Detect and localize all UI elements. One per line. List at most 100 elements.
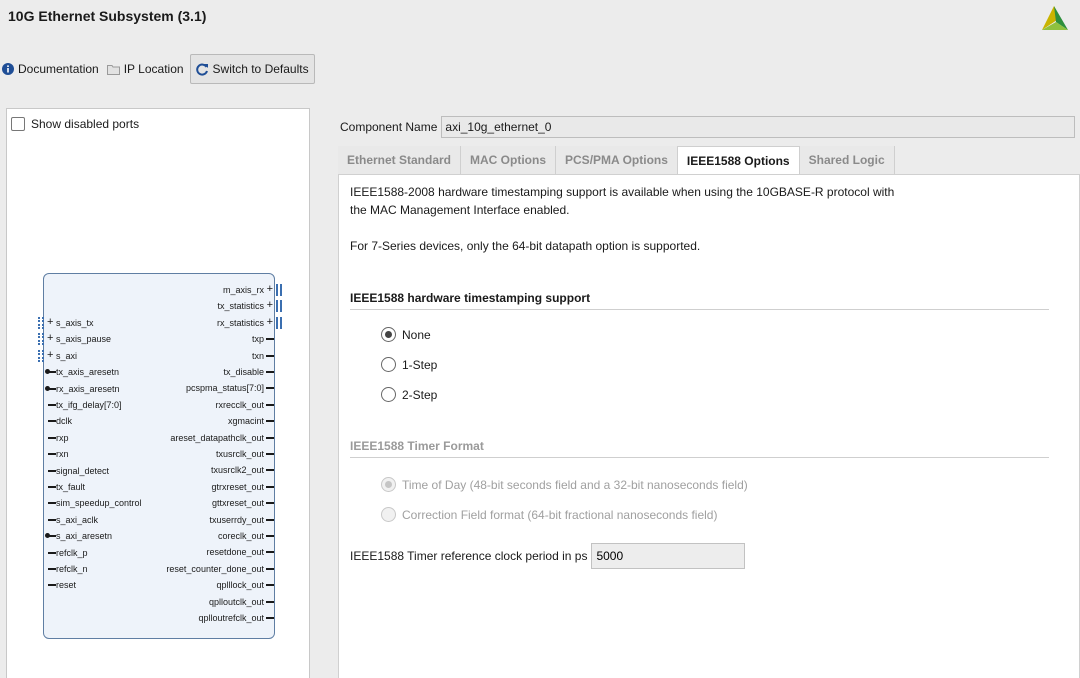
port-left-s-axi-aclk[interactable]: s_axi_aclk xyxy=(48,515,98,525)
port-right-xgmacint[interactable]: xgmacint xyxy=(228,416,274,426)
component-name-input[interactable] xyxy=(441,116,1076,138)
port-right-qplloutclk-out[interactable]: qplloutclk_out xyxy=(209,597,274,607)
pin-line-icon xyxy=(266,518,274,521)
port-left-reset[interactable]: reset xyxy=(48,580,76,590)
bus-connector-icon xyxy=(38,349,44,362)
radio-2-step[interactable]: 2-Step xyxy=(381,387,437,402)
port-right-txusrclk-out[interactable]: txusrclk_out xyxy=(216,449,274,459)
port-left-tx-axis-aresetn[interactable]: tx_axis_aresetn xyxy=(45,367,119,377)
switch-to-defaults-button[interactable]: Switch to Defaults xyxy=(189,54,315,84)
radio-time-of-day-label: Time of Day (48-bit seconds field and a … xyxy=(402,477,748,492)
expand-plus-icon[interactable]: + xyxy=(47,349,53,360)
bus-connector-icon xyxy=(38,333,44,346)
pin-line-icon xyxy=(48,371,56,374)
port-left-refclk-p[interactable]: refclk_p xyxy=(48,548,88,558)
pin-line-icon xyxy=(48,453,56,456)
tab-ethernet-standard[interactable]: Ethernet Standard xyxy=(338,146,462,174)
port-right-rx-statistics[interactable]: rx_statistics + xyxy=(217,316,282,329)
port-left-refclk-n[interactable]: refclk_n xyxy=(48,564,88,574)
port-right-m-axis-rx[interactable]: m_axis_rx + xyxy=(223,284,282,296)
folder-icon xyxy=(106,64,120,75)
ip-location-button[interactable]: IP Location xyxy=(105,54,190,84)
expand-plus-icon[interactable]: + xyxy=(267,300,273,311)
timer-period-row: IEEE1588 Timer reference clock period in… xyxy=(350,543,746,569)
port-left-s-axi-aresetn[interactable]: s_axi_aresetn xyxy=(45,531,112,541)
component-name-label: Component Name xyxy=(340,120,438,134)
port-right-txusrclk2-out[interactable]: txusrclk2_out xyxy=(211,465,274,475)
port-left-signal-detect[interactable]: signal_detect xyxy=(48,466,109,476)
port-left-rxp[interactable]: rxp xyxy=(48,433,69,443)
tab-ieee1588-options[interactable]: IEEE1588 Options xyxy=(677,146,800,174)
port-right-reset-counter-done-out[interactable]: reset_counter_done_out xyxy=(166,564,274,574)
pin-line-icon xyxy=(266,371,274,373)
timer-format-section-header: IEEE1588 Timer Format xyxy=(350,439,1049,458)
expand-plus-icon[interactable]: + xyxy=(47,333,53,344)
pin-line-icon xyxy=(266,617,274,619)
port-right-coreclk-out[interactable]: coreclk_out xyxy=(218,531,274,541)
port-left-tx-fault[interactable]: tx_fault xyxy=(48,482,85,492)
show-disabled-ports-checkbox[interactable]: Show disabled ports xyxy=(11,117,139,131)
info-text-2: For 7-Series devices, only the 64-bit da… xyxy=(350,239,701,253)
radio-button[interactable] xyxy=(381,357,396,372)
pin-line-icon xyxy=(48,584,56,587)
port-left-rxn[interactable]: rxn xyxy=(48,449,69,459)
pin-line-icon xyxy=(48,486,56,488)
tab-mac-options[interactable]: MAC Options xyxy=(461,146,557,174)
bus-connector-icon xyxy=(276,300,282,313)
refresh-icon xyxy=(195,63,208,75)
bus-connector-icon xyxy=(276,316,282,329)
expand-plus-icon[interactable]: + xyxy=(267,316,273,327)
pin-line-icon xyxy=(266,502,274,505)
port-right-txn[interactable]: txn xyxy=(252,351,274,361)
port-right-qplloutrefclk-out[interactable]: qplloutrefclk_out xyxy=(198,613,274,623)
port-right-pcspma-status-7-0-[interactable]: pcspma_status[7:0] xyxy=(186,383,274,393)
tab-pcs-pma-options[interactable]: PCS/PMA Options xyxy=(556,146,678,174)
timer-period-input[interactable] xyxy=(591,543,746,569)
toolbar: Documentation IP Location Switch to Defa… xyxy=(0,54,315,84)
radio-correction-field[interactable]: Correction Field format (64-bit fraction… xyxy=(381,507,717,522)
port-right-rxrecclk-out[interactable]: rxrecclk_out xyxy=(215,400,274,410)
documentation-button[interactable]: Documentation xyxy=(0,54,105,84)
port-right-resetdone-out[interactable]: resetdone_out xyxy=(206,547,274,557)
port-right-gtrxreset-out[interactable]: gtrxreset_out xyxy=(211,482,274,492)
radio-button[interactable] xyxy=(381,507,396,522)
port-left-s-axis-pause[interactable]: + s_axis_pause xyxy=(38,333,111,346)
port-right-txuserrdy-out[interactable]: txuserrdy_out xyxy=(209,515,274,525)
port-left-sim-speedup-control[interactable]: sim_speedup_control xyxy=(48,498,142,508)
port-right-tx-statistics[interactable]: tx_statistics + xyxy=(217,300,282,313)
radio-time-of-day[interactable]: Time of Day (48-bit seconds field and a … xyxy=(381,477,748,492)
radio-button[interactable] xyxy=(381,387,396,402)
component-name-row: Component Name xyxy=(340,116,1076,138)
pin-line-icon xyxy=(48,436,56,439)
pin-line-icon xyxy=(266,453,274,455)
pin-line-icon xyxy=(266,436,274,439)
pin-line-icon xyxy=(266,551,274,554)
pin-line-icon xyxy=(266,535,274,537)
port-left-s-axi[interactable]: + s_axi xyxy=(38,349,77,362)
port-right-areset-datapathclk-out[interactable]: areset_datapathclk_out xyxy=(170,433,274,443)
port-left-rx-axis-aresetn[interactable]: rx_axis_aresetn xyxy=(45,384,120,394)
switch-to-defaults-label: Switch to Defaults xyxy=(212,62,309,76)
tab-shared-logic[interactable]: Shared Logic xyxy=(799,146,895,174)
expand-plus-icon[interactable]: + xyxy=(47,317,53,328)
radio-button[interactable] xyxy=(381,477,396,492)
port-right-qplllock-out[interactable]: qplllock_out xyxy=(216,580,274,590)
ip-location-label: IP Location xyxy=(123,62,184,76)
bus-connector-icon xyxy=(276,284,282,296)
checkbox-box[interactable] xyxy=(11,117,25,131)
pin-line-icon xyxy=(48,404,56,406)
radio-1-step[interactable]: 1-Step xyxy=(381,357,437,372)
port-right-tx-disable[interactable]: tx_disable xyxy=(223,367,274,377)
pin-line-icon xyxy=(266,403,274,406)
port-left-tx-ifg-delay-7-0-[interactable]: tx_ifg_delay[7:0] xyxy=(48,400,122,410)
expand-plus-icon[interactable]: + xyxy=(267,284,273,295)
documentation-label: Documentation xyxy=(18,62,99,76)
info-icon xyxy=(2,63,14,75)
radio-none[interactable]: None xyxy=(381,327,431,342)
port-left-s-axis-tx[interactable]: + s_axis_tx xyxy=(38,317,94,329)
radio-button[interactable] xyxy=(381,327,396,342)
port-right-gttxreset-out[interactable]: gttxreset_out xyxy=(212,498,274,508)
port-left-dclk[interactable]: dclk xyxy=(48,416,72,426)
pin-line-icon xyxy=(266,354,274,357)
port-right-txp[interactable]: txp xyxy=(252,334,274,344)
